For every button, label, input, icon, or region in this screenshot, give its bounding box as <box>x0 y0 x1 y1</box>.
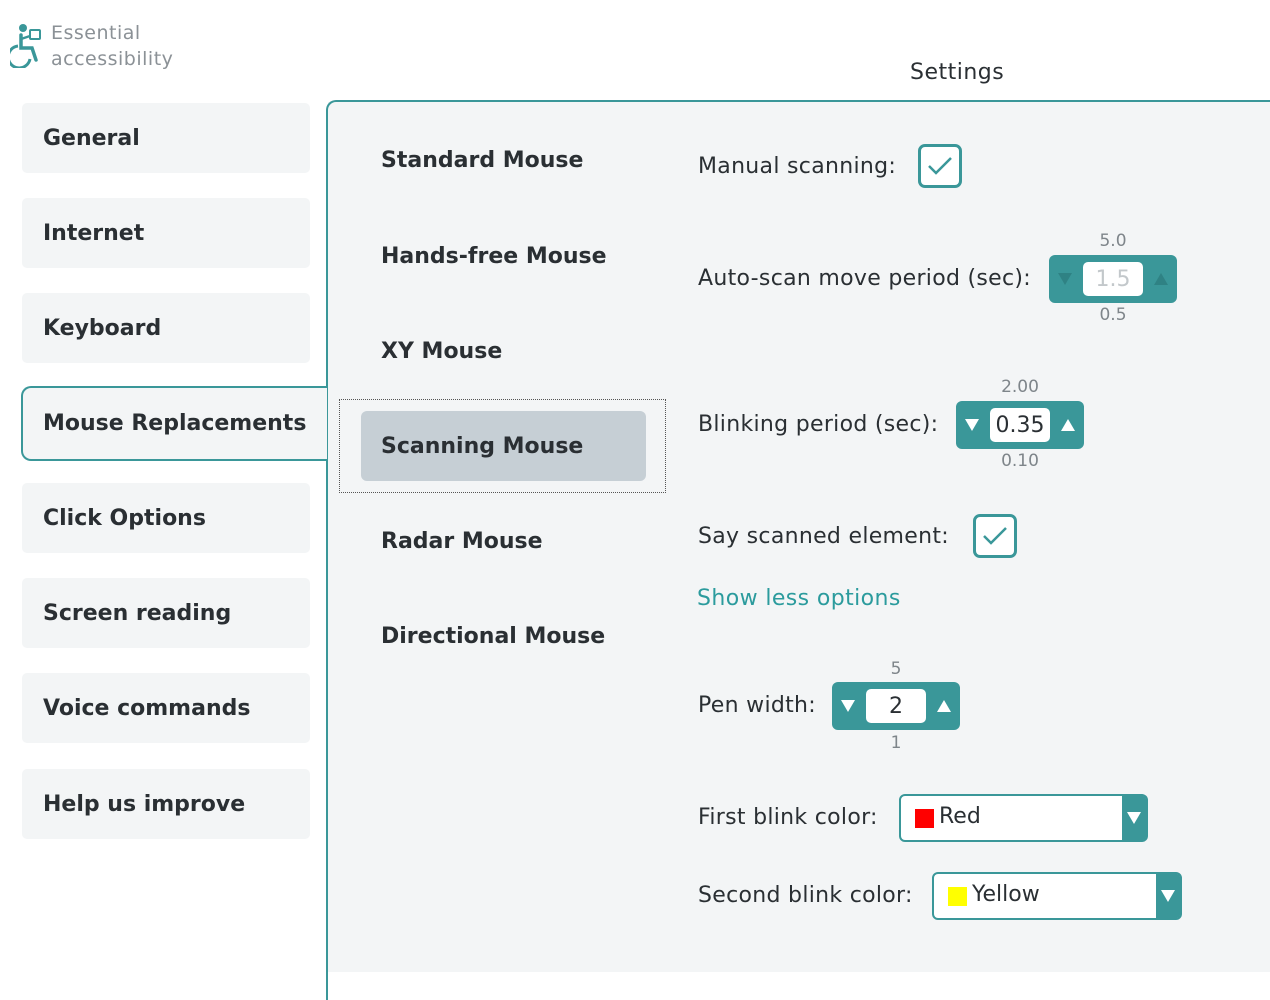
logo-line-2: accessibility <box>51 48 174 70</box>
nav-item-label: Internet <box>43 220 145 246</box>
nav-item-internet[interactable]: Internet <box>22 198 310 268</box>
auto-scan-increment <box>1147 255 1175 303</box>
second-blink-value: Yellow <box>972 882 1040 907</box>
blinking-label: Blinking period (sec): <box>698 412 939 437</box>
first-blink-value: Red <box>939 804 981 829</box>
nav-item-click-options[interactable]: Click Options <box>22 483 310 553</box>
subnav-radar-mouse[interactable]: Radar Mouse <box>381 529 543 554</box>
nav-item-label: Voice commands <box>43 695 251 721</box>
nav-item-keyboard[interactable]: Keyboard <box>22 293 310 363</box>
manual-scanning-label: Manual scanning: <box>698 154 897 179</box>
blinking-value[interactable]: 0.35 <box>990 408 1050 442</box>
say-scanned-label: Say scanned element: <box>698 524 950 549</box>
auto-scan-label: Auto-scan move period (sec): <box>698 266 1031 291</box>
nav-item-help-us-improve[interactable]: Help us improve <box>22 769 310 839</box>
manual-scanning-checkbox[interactable] <box>918 144 962 188</box>
pen-width-value[interactable]: 2 <box>866 689 926 723</box>
auto-scan-value: 1.5 <box>1083 262 1143 296</box>
blinking-min: 0.10 <box>1001 451 1039 471</box>
nav-item-mouse-replacements[interactable]: Mouse Replacements <box>21 386 327 461</box>
auto-scan-spinner: 1.5 <box>1049 255 1177 303</box>
page-title: Settings <box>910 60 1005 85</box>
triangle-up-icon <box>1154 273 1168 285</box>
triangle-down-icon <box>1058 273 1072 285</box>
pen-width-decrement[interactable] <box>834 682 862 730</box>
nav-item-screen-reading[interactable]: Screen reading <box>22 578 310 648</box>
check-icon <box>983 527 1007 545</box>
subnav-hands-free-mouse[interactable]: Hands-free Mouse <box>381 244 607 269</box>
first-blink-select[interactable]: Red <box>899 794 1148 842</box>
nav-item-label: Click Options <box>43 505 206 531</box>
nav-item-label: Mouse Replacements <box>43 411 307 436</box>
blinking-spinner: 0.35 <box>956 401 1084 449</box>
nav-item-general[interactable]: General <box>22 103 310 173</box>
blinking-increment[interactable] <box>1054 401 1082 449</box>
pen-width-increment[interactable] <box>930 682 958 730</box>
subnav-directional-mouse[interactable]: Directional Mouse <box>381 624 605 649</box>
auto-scan-decrement <box>1051 255 1079 303</box>
triangle-down-icon <box>965 419 979 431</box>
nav-item-label: Help us improve <box>43 791 246 817</box>
triangle-down-icon <box>841 700 855 712</box>
nav-item-label: Keyboard <box>43 315 162 341</box>
nav-item-voice-commands[interactable]: Voice commands <box>22 673 310 743</box>
blinking-decrement[interactable] <box>958 401 986 449</box>
chevron-down-icon <box>1156 874 1180 918</box>
chevron-down-icon <box>1122 796 1146 840</box>
triangle-up-icon <box>1061 419 1075 431</box>
pen-width-spinner: 2 <box>832 682 960 730</box>
accessibility-icon <box>10 24 41 68</box>
subnav-scanning-mouse[interactable]: Scanning Mouse <box>381 434 583 459</box>
yellow-swatch <box>948 887 967 906</box>
nav-item-label: Screen reading <box>43 600 232 626</box>
pen-width-label: Pen width: <box>698 693 817 718</box>
show-less-options-link[interactable]: Show less options <box>697 586 901 611</box>
subnav-xy-mouse[interactable]: XY Mouse <box>381 339 502 364</box>
second-blink-label: Second blink color: <box>698 883 913 908</box>
logo-line-1: Essential <box>51 22 141 44</box>
app-logo: Essential accessibility <box>10 20 190 76</box>
check-icon <box>928 157 952 175</box>
say-scanned-checkbox[interactable] <box>973 514 1017 558</box>
pen-width-min: 1 <box>890 733 902 753</box>
blinking-max: 2.00 <box>1001 377 1039 397</box>
nav-item-label: General <box>43 125 140 151</box>
second-blink-select[interactable]: Yellow <box>932 872 1182 920</box>
triangle-up-icon <box>937 700 951 712</box>
auto-scan-max: 5.0 <box>1099 231 1127 251</box>
pen-width-max: 5 <box>890 659 902 679</box>
subnav-standard-mouse[interactable]: Standard Mouse <box>381 148 583 173</box>
first-blink-label: First blink color: <box>698 805 878 830</box>
auto-scan-min: 0.5 <box>1099 305 1127 325</box>
red-swatch <box>915 809 934 828</box>
